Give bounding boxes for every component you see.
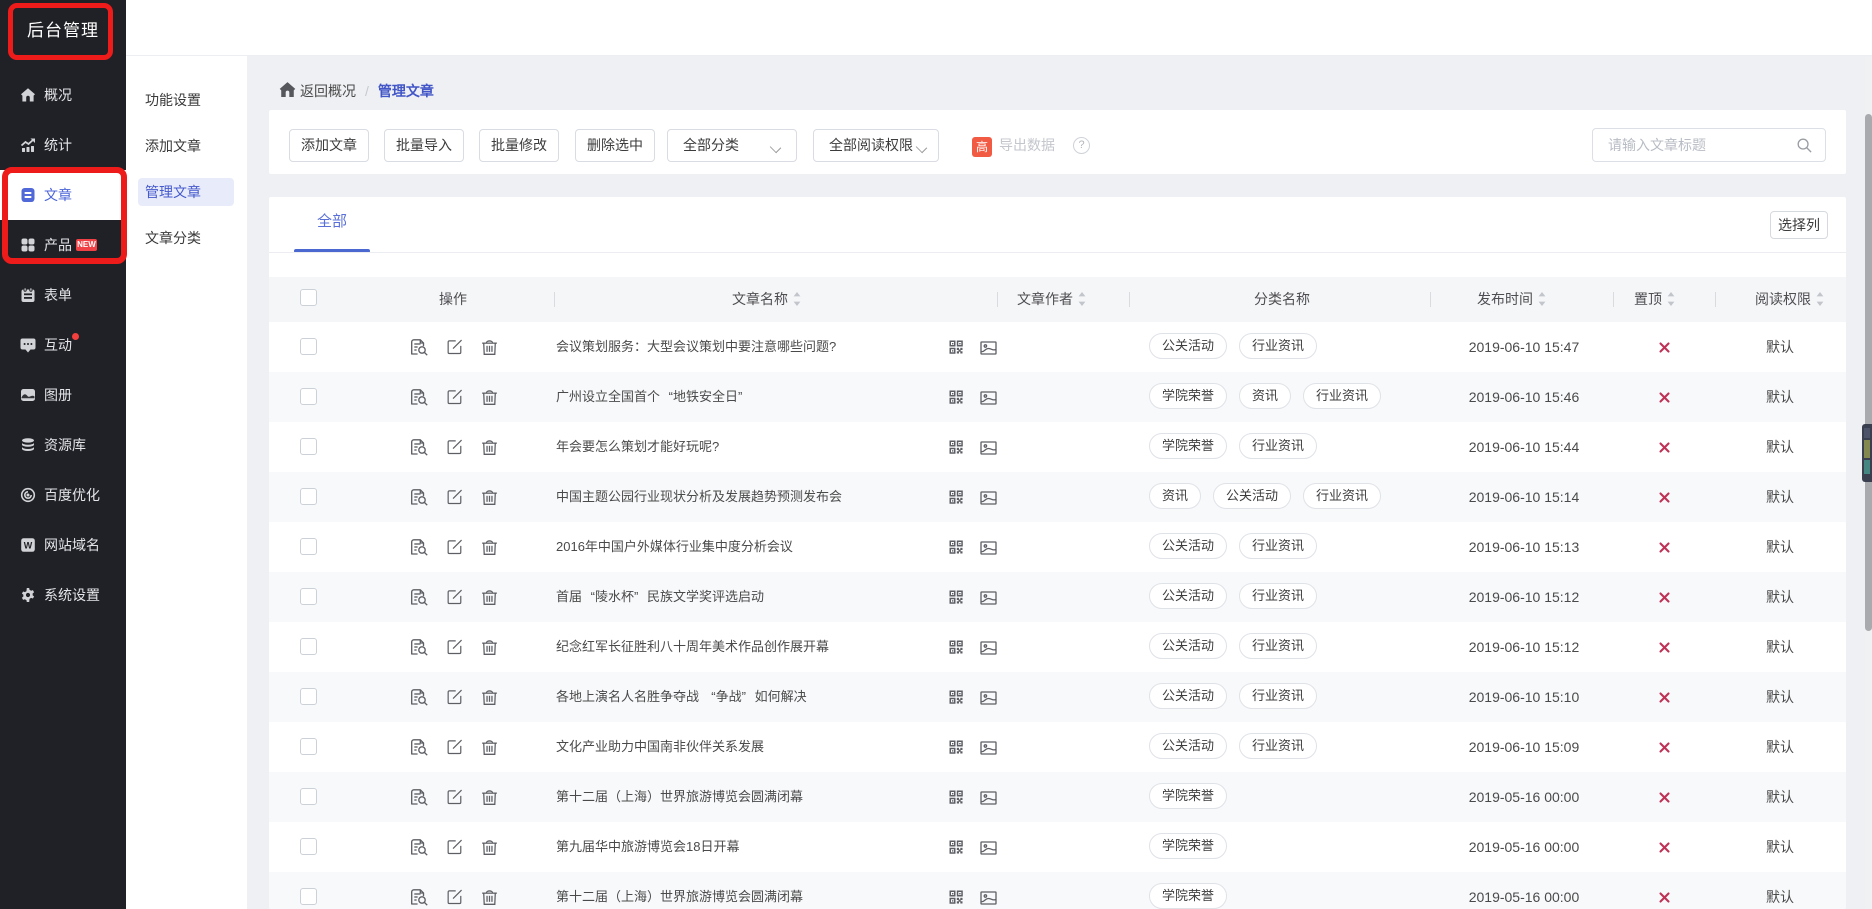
- svg-text:W: W: [24, 541, 33, 551]
